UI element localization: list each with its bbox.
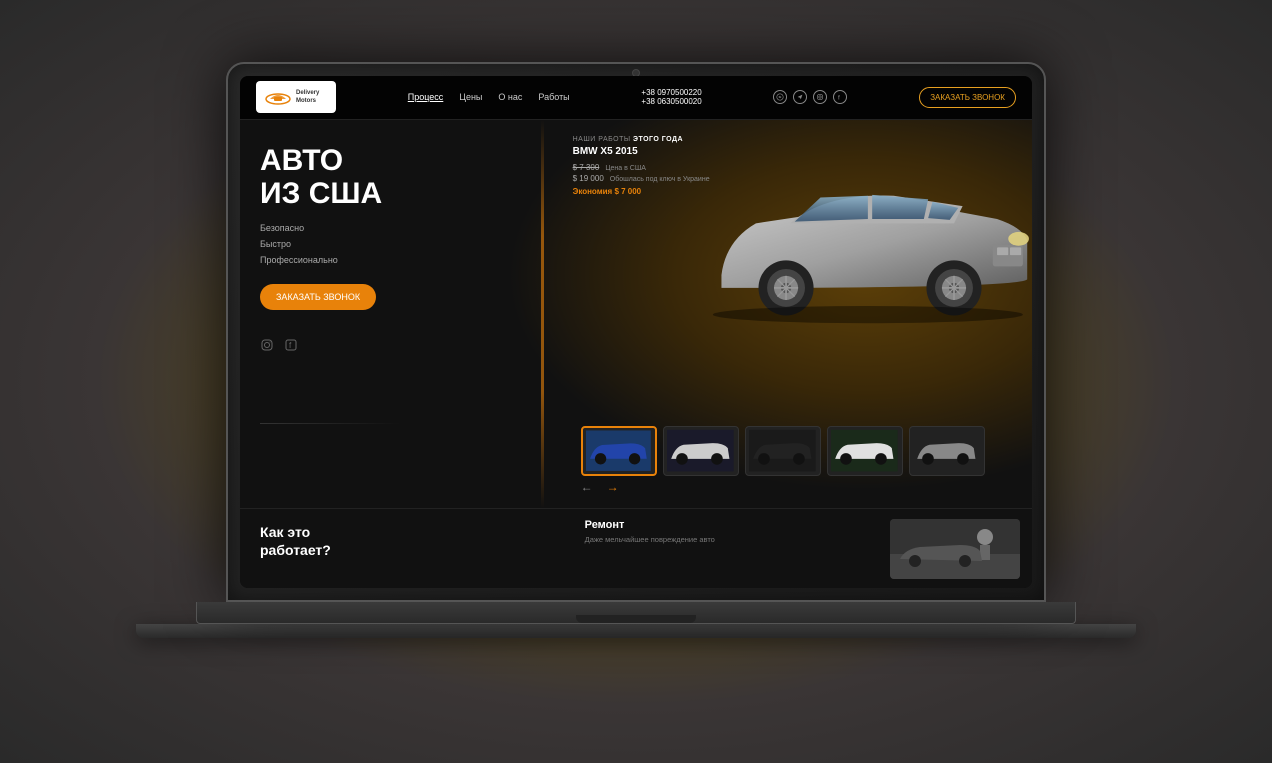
car-model: BMW X5 2015 — [573, 146, 710, 157]
phone2[interactable]: +38 0630500020 — [641, 97, 701, 106]
nav-social: f — [773, 90, 847, 104]
nav-links: Процесс Цены О нас Работы — [408, 92, 570, 102]
how-line1: Как это — [260, 524, 310, 540]
remont-desc: Даже мельчайшее повреждение авто — [585, 535, 878, 545]
remont-block: Ремонт Даже мельчайшее повреждение авто — [585, 519, 878, 545]
logo-text: Delivery Motors — [296, 89, 319, 104]
bottom-left: Как это работает? — [240, 509, 573, 588]
car-info-block: НАШИ РАБОТЫ ЭТОГО ГОДА BMW X5 2015 $ 7 3… — [573, 136, 710, 196]
price-ua-label: Обошлась под ключ в Украине — [610, 176, 710, 183]
navigation: Delivery Motors Процесс Цены О нас Работ… — [240, 76, 1032, 120]
benefit-1: Безопасно — [260, 220, 553, 236]
hero-title-line2: из США — [260, 177, 382, 210]
remont-illustration — [890, 519, 1020, 579]
car-price-ua: $ 19 000 Обошлась под ключ в Украине — [573, 174, 710, 183]
nav-cta-button[interactable]: ЗАКАЗАТЬ ЗВОНОК — [919, 87, 1016, 108]
hero-title-line1: АВТО — [260, 144, 343, 177]
logo[interactable]: Delivery Motors — [256, 81, 336, 113]
laptop-wrapper: Delivery Motors Процесс Цены О нас Работ… — [226, 62, 1046, 702]
hero-left: АВТО из США Безопасно Быстро Профессиона… — [240, 120, 573, 508]
bottom-right: Ремонт Даже мельчайшее повреждение авто — [573, 509, 1032, 588]
svg-text:f: f — [838, 94, 840, 101]
car-thumbnails — [573, 426, 1032, 476]
thumb-1[interactable] — [581, 426, 657, 476]
hero-cta-button[interactable]: ЗАКАЗАТЬ ЗВОНОК — [260, 284, 376, 310]
slider-arrows: ← → — [581, 480, 625, 494]
thumb-2[interactable] — [663, 426, 739, 476]
facebook-icon[interactable]: f — [833, 90, 847, 104]
remont-image — [890, 519, 1020, 579]
price-usd-value: $ 7 300 — [573, 163, 600, 172]
bottom-section: Как это работает? Ремонт Даже мельчайшее… — [240, 508, 1032, 588]
instagram-icon[interactable] — [813, 90, 827, 104]
website: Delivery Motors Процесс Цены О нас Работ… — [240, 76, 1032, 588]
phone1[interactable]: +38 0970500220 — [641, 88, 701, 97]
price-ua-value: $ 19 000 — [573, 174, 604, 183]
benefit-2: Быстро — [260, 236, 553, 252]
hero-facebook-icon[interactable]: f — [284, 338, 298, 355]
thumb-3[interactable] — [745, 426, 821, 476]
how-it-works-title: Как это работает? — [260, 523, 331, 559]
svg-text:f: f — [289, 341, 292, 350]
benefit-3: Профессионально — [260, 252, 553, 268]
arrow-prev[interactable]: ← — [581, 480, 599, 494]
arrow-next[interactable]: → — [607, 480, 625, 494]
laptop-stand — [136, 624, 1136, 638]
deco-line — [260, 423, 400, 424]
car-illustration — [687, 125, 1032, 373]
website-container: Delivery Motors Процесс Цены О нас Работ… — [240, 76, 1032, 588]
how-line2: работает? — [260, 542, 331, 558]
whatsapp-icon[interactable] — [773, 90, 787, 104]
nav-process[interactable]: Процесс — [408, 92, 444, 102]
laptop-screen: Delivery Motors Процесс Цены О нас Работ… — [226, 62, 1046, 602]
hero-benefits: Безопасно Быстро Профессионально — [260, 220, 553, 269]
nav-prices[interactable]: Цены — [459, 92, 482, 102]
hero-social-links: f — [260, 338, 553, 355]
main-car-image — [687, 125, 1032, 373]
thumb-4[interactable] — [827, 426, 903, 476]
hero-instagram-icon[interactable] — [260, 338, 274, 355]
laptop-base — [196, 602, 1076, 624]
nav-about[interactable]: О нас — [498, 92, 522, 102]
logo-icon — [264, 87, 292, 107]
remont-title: Ремонт — [585, 519, 878, 531]
nav-works[interactable]: Работы — [538, 92, 569, 102]
hero-section: АВТО из США Безопасно Быстро Профессиона… — [240, 120, 1032, 508]
telegram-icon[interactable] — [793, 90, 807, 104]
thumb-5[interactable] — [909, 426, 985, 476]
section-label: НАШИ РАБОТЫ ЭТОГО ГОДА — [573, 136, 710, 143]
phone-block: +38 0970500220 +38 0630500020 — [641, 88, 701, 106]
hero-title: АВТО из США — [260, 144, 553, 210]
hero-right: НАШИ РАБОТЫ ЭТОГО ГОДА BMW X5 2015 $ 7 3… — [573, 120, 1032, 508]
section-highlight: ЭТОГО ГОДА — [633, 136, 683, 143]
price-usd-label: Цена в США — [605, 165, 646, 172]
savings-label: Экономия $ 7 000 — [573, 187, 710, 196]
car-price-usd: $ 7 300 Цена в США — [573, 163, 710, 172]
